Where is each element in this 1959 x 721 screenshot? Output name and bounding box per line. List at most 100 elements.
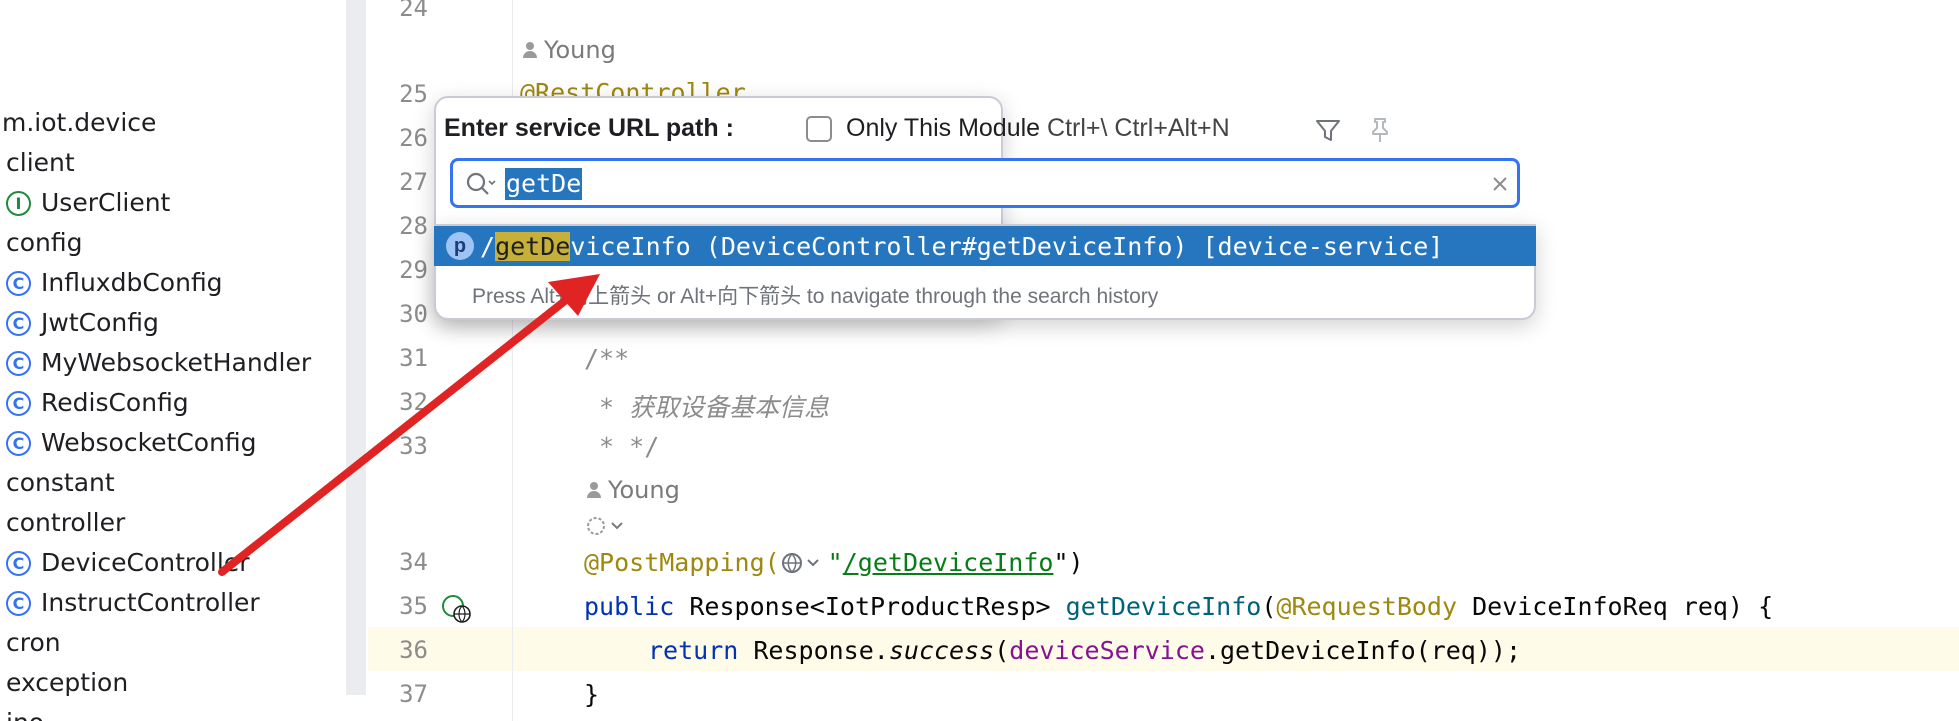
result-text: viceInfo (DeviceController#getDeviceInfo… bbox=[570, 231, 1444, 261]
line-number: 35 bbox=[399, 592, 428, 620]
tree-item-label: cron bbox=[6, 628, 61, 657]
author-hint[interactable]: Young bbox=[586, 476, 680, 504]
mapping-path-link[interactable]: /getDeviceInfo bbox=[843, 548, 1054, 577]
url-search-input[interactable]: getDe bbox=[450, 158, 1520, 208]
author-name: Young bbox=[608, 476, 680, 504]
search-input-value: getDe bbox=[505, 168, 583, 200]
code-line-35: public Response<IotProductResp> getDevic… bbox=[584, 592, 1774, 621]
code-keyword: public bbox=[584, 592, 675, 621]
author-hint[interactable]: Young bbox=[522, 36, 616, 64]
result-prefix: / bbox=[480, 231, 496, 261]
tree-item-client[interactable]: client bbox=[6, 143, 75, 183]
line-number: 37 bbox=[399, 680, 428, 708]
code-type: Response<IotProductResp> bbox=[689, 592, 1051, 621]
tree-item-cron[interactable]: cron bbox=[6, 623, 61, 663]
class-icon: C bbox=[6, 350, 31, 376]
code-comment-open: /** bbox=[584, 344, 630, 373]
service-url-popup[interactable]: Enter service URL path : Only This Modul… bbox=[434, 96, 1536, 320]
tree-item-influxdbconfig[interactable]: C InfluxdbConfig bbox=[6, 263, 223, 303]
code-line-36: return Response.success(deviceService.ge… bbox=[648, 636, 1522, 665]
endpoint-run-icon[interactable] bbox=[440, 592, 480, 628]
line-number: 32 bbox=[399, 388, 428, 416]
checkbox-label-text: Only This Module bbox=[846, 114, 1041, 142]
tree-item-label: JwtConfig bbox=[41, 308, 159, 337]
tree-item-label: ino bbox=[6, 703, 44, 721]
code-static-method: success bbox=[888, 636, 995, 665]
tree-item-label: InfluxdbConfig bbox=[41, 268, 223, 297]
tree-item-label: m.iot.device bbox=[2, 108, 157, 137]
tree-item-label: client bbox=[6, 148, 75, 177]
pin-icon[interactable] bbox=[1366, 116, 1394, 144]
endpoint-gear-icon[interactable] bbox=[584, 512, 628, 540]
line-number: 36 bbox=[399, 636, 428, 664]
line-number: 24 bbox=[399, 0, 428, 22]
line-number: 29 bbox=[399, 256, 428, 284]
line-number: 30 bbox=[399, 300, 428, 328]
filter-icon[interactable] bbox=[1314, 116, 1342, 144]
tree-item-label: RedisConfig bbox=[41, 388, 189, 417]
interface-icon: I bbox=[6, 190, 31, 216]
class-icon: C bbox=[6, 550, 31, 576]
shortcut-text: Ctrl+\ Ctrl+Alt+N bbox=[1047, 114, 1230, 142]
code-method: getDeviceInfo bbox=[1065, 592, 1262, 621]
line-number: 31 bbox=[399, 344, 428, 372]
tree-item-label: InstructController bbox=[41, 588, 260, 617]
search-result-item[interactable]: p / getDe viceInfo (DeviceController#getDev… bbox=[434, 226, 1536, 266]
tree-item-mywebsockethandler[interactable]: C MyWebsocketHandler bbox=[6, 343, 311, 383]
tree-scrollbar[interactable] bbox=[346, 0, 366, 695]
only-this-module-checkbox[interactable] bbox=[806, 116, 832, 142]
line-number: 25 bbox=[399, 80, 428, 108]
class-icon: C bbox=[6, 430, 31, 456]
tree-item-ino[interactable]: ino bbox=[6, 703, 44, 721]
code-text: .getDeviceInfo(req)); bbox=[1204, 636, 1522, 665]
tree-item-redisconfig[interactable]: C RedisConfig bbox=[6, 383, 189, 423]
person-icon bbox=[522, 42, 538, 58]
tree-item-label: UserClient bbox=[41, 188, 171, 217]
tree-item-label: controller bbox=[6, 508, 126, 537]
tree-item-label: WebsocketConfig bbox=[41, 428, 257, 457]
tree-item-websocketconfig[interactable]: C WebsocketConfig bbox=[6, 423, 257, 463]
code-text: ") bbox=[1053, 548, 1084, 577]
code-comment-close: * */ bbox=[584, 432, 660, 461]
tree-item-controller[interactable]: controller bbox=[6, 503, 125, 543]
class-icon: C bbox=[6, 270, 31, 296]
code-text: Response. bbox=[753, 636, 889, 665]
code-comment-body: * 获取设备基本信息 bbox=[584, 393, 830, 422]
tree-item-config[interactable]: config bbox=[6, 223, 83, 263]
line-number: 26 bbox=[399, 124, 428, 152]
popup-title: Enter service URL path : bbox=[444, 114, 734, 142]
search-icon[interactable] bbox=[465, 171, 497, 197]
tree-item-label: config bbox=[6, 228, 83, 257]
class-icon: C bbox=[6, 590, 31, 616]
post-mapping-annotation: @PostMapping( bbox=[584, 548, 780, 577]
line-number: 33 bbox=[399, 432, 428, 460]
line-number: 27 bbox=[399, 168, 428, 196]
tree-item-package-root[interactable]: m.iot.device bbox=[2, 103, 156, 143]
result-match-highlight: getDe bbox=[495, 231, 571, 261]
close-icon[interactable] bbox=[1489, 173, 1511, 195]
tree-item-exception[interactable]: exception bbox=[6, 663, 128, 703]
code-line-37: } bbox=[584, 680, 600, 709]
code-annotation: @RequestBody bbox=[1276, 592, 1458, 621]
tree-item-label: MyWebsocketHandler bbox=[41, 348, 312, 377]
tree-item-devicecontroller[interactable]: C DeviceController bbox=[6, 543, 249, 583]
person-icon bbox=[586, 482, 602, 498]
tree-item-label: DeviceController bbox=[41, 548, 250, 577]
author-name: Young bbox=[544, 36, 616, 64]
only-this-module-label[interactable]: Only This Module Ctrl+\ Ctrl+Alt+N bbox=[846, 114, 1230, 143]
tree-item-label: constant bbox=[6, 468, 115, 497]
tree-item-label: exception bbox=[6, 668, 129, 697]
code-line-34: @PostMapping("/getDeviceInfo") bbox=[584, 548, 1084, 577]
url-globe-icon[interactable] bbox=[780, 548, 828, 577]
class-icon: C bbox=[6, 390, 31, 416]
tree-item-constant[interactable]: constant bbox=[6, 463, 115, 503]
project-tree: m.iot.device client I UserClient config C… bbox=[0, 0, 346, 721]
code-keyword: return bbox=[648, 636, 739, 665]
navigation-hint: Press Alt+向上箭头 or Alt+向下箭头 to navigate t… bbox=[472, 285, 1159, 308]
tree-item-userclient[interactable]: I UserClient bbox=[6, 183, 170, 223]
endpoint-p-icon: p bbox=[446, 232, 474, 260]
tree-item-instructcontroller[interactable]: C InstructController bbox=[6, 583, 260, 623]
code-field: deviceService bbox=[1009, 636, 1205, 665]
tree-item-jwtconfig[interactable]: C JwtConfig bbox=[6, 303, 159, 343]
code-param: DeviceInfoReq req) { bbox=[1472, 592, 1774, 621]
